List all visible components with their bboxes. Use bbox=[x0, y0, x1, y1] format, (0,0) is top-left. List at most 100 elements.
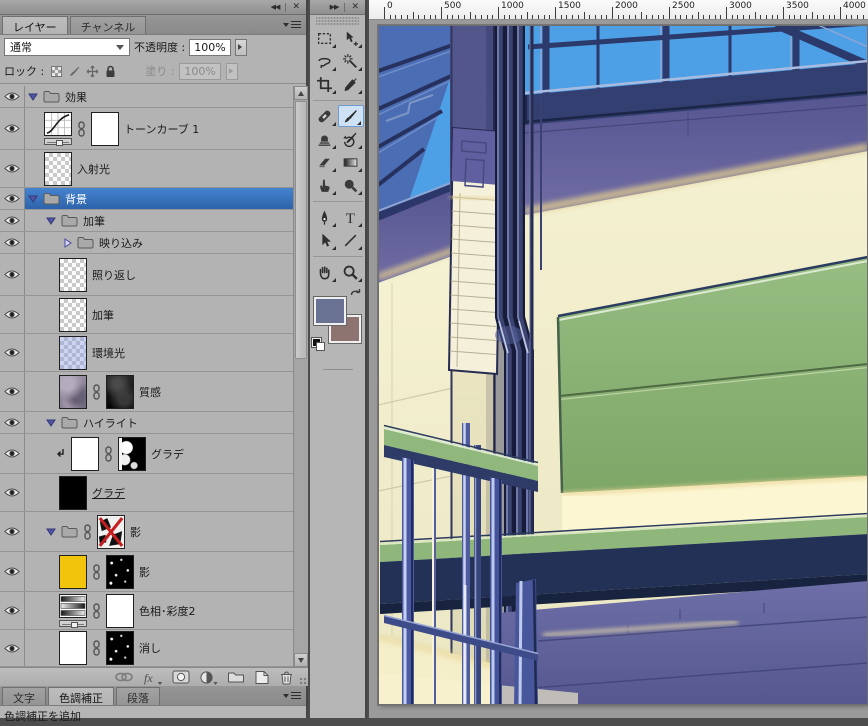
layer-thumbnail[interactable] bbox=[59, 258, 87, 292]
horizontal-ruler[interactable]: 05001000150020002500300035004000 bbox=[369, 0, 868, 20]
layer-row[interactable]: 消し bbox=[0, 630, 293, 667]
brush-tool[interactable] bbox=[338, 105, 364, 127]
hand-tool[interactable] bbox=[312, 261, 338, 283]
layer-group-row[interactable]: 効果 bbox=[0, 86, 293, 108]
visibility-toggle[interactable] bbox=[0, 254, 25, 295]
layer-row[interactable]: 環境光 bbox=[0, 334, 293, 372]
expand-triangle-icon[interactable] bbox=[46, 216, 56, 225]
layer-row-content[interactable]: 消し bbox=[25, 630, 293, 666]
layer-mask-thumbnail[interactable] bbox=[106, 375, 134, 409]
layer-row-content[interactable]: 背景 bbox=[25, 188, 293, 209]
layer-list-scrollbar[interactable] bbox=[293, 86, 308, 667]
layer-row[interactable]: 入射光 bbox=[0, 150, 293, 188]
layer-mask-thumbnail[interactable] bbox=[106, 555, 134, 589]
layer-row-content[interactable]: ハイライト bbox=[25, 412, 293, 433]
bottom-panel-tab-2[interactable]: 段落 bbox=[116, 687, 160, 705]
layer-row-content[interactable]: トーンカーブ 1 bbox=[25, 108, 293, 149]
layer-thumbnail[interactable] bbox=[59, 594, 87, 618]
layer-row[interactable]: グラデ bbox=[0, 474, 293, 512]
layer-row-content[interactable]: 影 bbox=[25, 552, 293, 591]
close-panel-icon[interactable]: ✕ bbox=[292, 2, 300, 12]
layer-thumbnail[interactable] bbox=[59, 631, 87, 665]
layer-group-row[interactable]: 映り込み bbox=[0, 232, 293, 254]
visibility-toggle[interactable] bbox=[0, 150, 25, 187]
layer-row-content[interactable]: 効果 bbox=[25, 86, 293, 107]
crop-tool[interactable] bbox=[312, 73, 338, 95]
scroll-down-button[interactable] bbox=[294, 653, 308, 667]
lock-position-icon[interactable] bbox=[85, 64, 100, 79]
layer-row-content[interactable]: グラデ bbox=[25, 474, 293, 511]
layer-thumbnail[interactable] bbox=[44, 112, 72, 136]
scrollbar-thumb[interactable] bbox=[295, 101, 307, 359]
bottom-panel-tab-0[interactable]: 文字 bbox=[2, 687, 46, 705]
gradient-tool[interactable] bbox=[338, 151, 364, 173]
visibility-toggle[interactable] bbox=[0, 512, 25, 551]
layer-row-content[interactable]: 影 bbox=[25, 512, 293, 551]
layer-row-content[interactable]: グラデ bbox=[25, 434, 293, 473]
lasso-tool[interactable] bbox=[312, 50, 338, 72]
expand-triangle-icon[interactable] bbox=[28, 194, 38, 203]
default-colors-icon[interactable] bbox=[312, 338, 325, 351]
layer-mask-thumbnail[interactable] bbox=[106, 631, 134, 665]
collapse-triangle-icon[interactable] bbox=[63, 238, 72, 248]
layer-row[interactable]: 色相･彩度2 bbox=[0, 592, 293, 630]
layers-panel-tab-0[interactable]: レイヤー bbox=[2, 16, 68, 34]
visibility-toggle[interactable] bbox=[0, 372, 25, 411]
magic-wand-tool[interactable] bbox=[338, 50, 364, 72]
move-tool[interactable] bbox=[338, 27, 364, 49]
close-panel-icon[interactable]: ✕ bbox=[351, 2, 359, 12]
expand-triangle-icon[interactable] bbox=[46, 527, 56, 536]
new-adjustment-layer-icon[interactable] bbox=[199, 670, 218, 685]
lock-transparency-icon[interactable] bbox=[49, 64, 64, 79]
layer-thumbnail[interactable] bbox=[59, 375, 87, 409]
visibility-toggle[interactable] bbox=[0, 552, 25, 591]
visibility-toggle[interactable] bbox=[0, 434, 25, 473]
visibility-toggle[interactable] bbox=[0, 296, 25, 333]
opacity-field[interactable]: 100% bbox=[189, 39, 231, 56]
opacity-spinner[interactable] bbox=[235, 39, 247, 56]
layer-group-row[interactable]: 背景 bbox=[0, 188, 293, 210]
expand-panel-button[interactable]: ▶▶ bbox=[330, 3, 339, 11]
visibility-toggle[interactable] bbox=[0, 232, 25, 253]
layer-thumbnail[interactable] bbox=[71, 437, 99, 471]
layer-group-row[interactable]: ハイライト bbox=[0, 412, 293, 434]
dodge-tool[interactable] bbox=[338, 174, 364, 196]
layer-mask-thumbnail[interactable] bbox=[91, 112, 119, 146]
lock-all-icon[interactable] bbox=[103, 64, 118, 79]
swap-colors-icon[interactable] bbox=[349, 287, 362, 302]
visibility-toggle[interactable] bbox=[0, 474, 25, 511]
line-tool[interactable] bbox=[338, 229, 364, 251]
layer-row[interactable]: トーンカーブ 1 bbox=[0, 108, 293, 150]
panel-menu-icon[interactable] bbox=[283, 691, 301, 702]
link-layers-icon[interactable] bbox=[114, 670, 134, 684]
blend-mode-select[interactable]: 通常 bbox=[4, 38, 130, 56]
visibility-toggle[interactable] bbox=[0, 630, 25, 666]
panel-grip[interactable] bbox=[316, 17, 359, 25]
expand-triangle-icon[interactable] bbox=[28, 92, 38, 101]
visibility-toggle[interactable] bbox=[0, 108, 25, 149]
layer-thumbnail[interactable] bbox=[59, 476, 87, 510]
layer-row-content[interactable]: 環境光 bbox=[25, 334, 293, 371]
layers-panel-tab-1[interactable]: チャンネル bbox=[70, 16, 147, 34]
layer-row-content[interactable]: 質感 bbox=[25, 372, 293, 411]
layer-effects-icon[interactable]: fx bbox=[143, 670, 163, 685]
bottom-panel-tab-1[interactable]: 色調補正 bbox=[48, 687, 114, 705]
layer-row[interactable]: 加筆 bbox=[0, 296, 293, 334]
layer-thumbnail[interactable] bbox=[59, 336, 87, 370]
type-tool[interactable]: T bbox=[338, 206, 364, 228]
layer-mask-thumbnail[interactable] bbox=[106, 594, 134, 628]
layer-row-content[interactable]: 入射光 bbox=[25, 150, 293, 187]
layer-row-content[interactable]: 加筆 bbox=[25, 296, 293, 333]
eyedropper-tool[interactable] bbox=[338, 73, 364, 95]
visibility-toggle[interactable] bbox=[0, 592, 25, 629]
layer-row-content[interactable]: 色相･彩度2 bbox=[25, 592, 293, 629]
layer-row[interactable]: 照り返し bbox=[0, 254, 293, 296]
layer-row[interactable]: 質感 bbox=[0, 372, 293, 412]
add-layer-mask-icon[interactable] bbox=[172, 670, 190, 684]
rectangular-marquee-tool[interactable] bbox=[312, 27, 338, 49]
pen-tool[interactable] bbox=[312, 206, 338, 228]
layer-thumbnail[interactable] bbox=[59, 298, 87, 332]
lock-pixels-icon[interactable] bbox=[67, 64, 82, 79]
layer-row-content[interactable]: 加筆 bbox=[25, 210, 293, 231]
panel-menu-icon[interactable] bbox=[283, 20, 301, 31]
